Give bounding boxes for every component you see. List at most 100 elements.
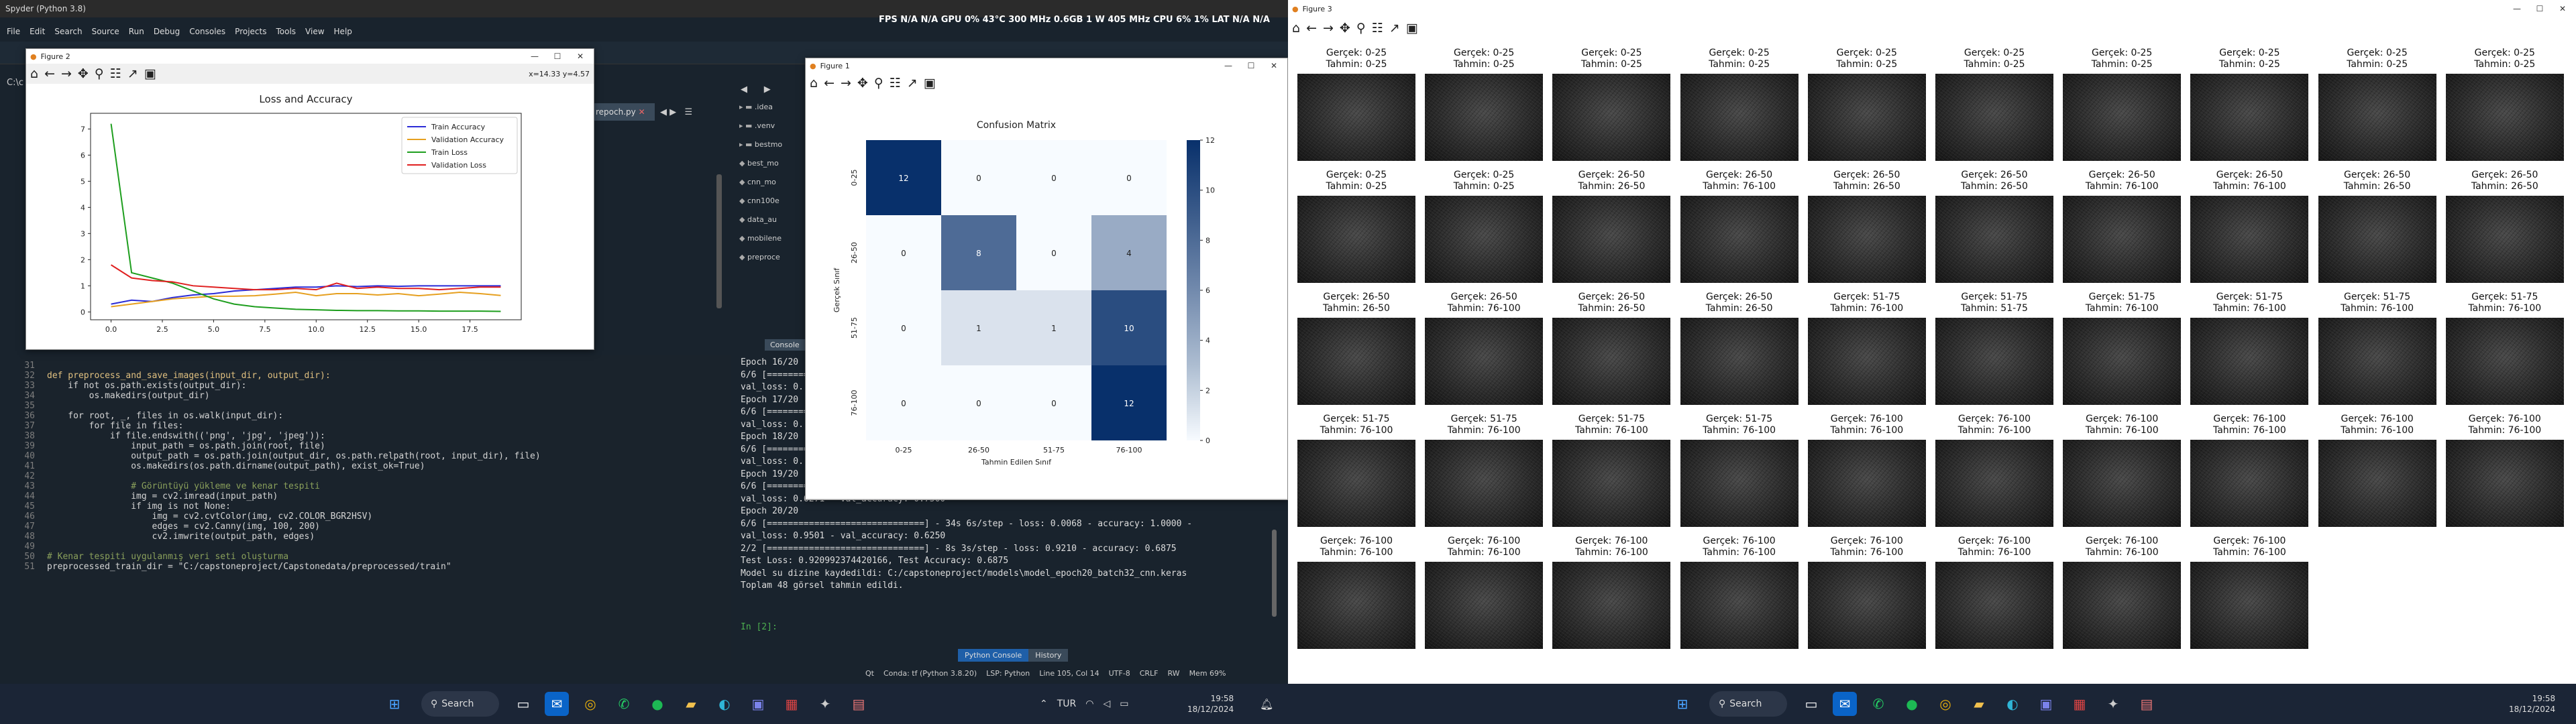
menu-item-debug[interactable]: Debug — [154, 27, 180, 36]
whatsapp-icon[interactable]: ✆ — [612, 692, 636, 716]
home-icon[interactable]: ⌂ — [30, 67, 38, 80]
clock[interactable]: 19:58 18/12/2024 — [2509, 693, 2555, 715]
start-icon[interactable]: ⊞ — [382, 692, 407, 716]
whatsapp-icon[interactable]: ✆ — [1866, 692, 1890, 716]
file-item[interactable]: ◆ cnn100e — [739, 192, 809, 210]
zoom-icon[interactable]: ⚲ — [1356, 21, 1366, 35]
file-item[interactable]: ▸ ▬ bestmo — [739, 135, 809, 154]
teams-icon[interactable]: ▣ — [746, 692, 770, 716]
pan-icon[interactable]: ✥ — [857, 76, 868, 90]
chevron-up-icon[interactable]: ⌃ — [1040, 699, 1048, 709]
edit-axis-icon[interactable]: ↗ — [1389, 21, 1400, 35]
outlook-icon[interactable]: ✉ — [545, 692, 569, 716]
console-scrollbar[interactable] — [1272, 530, 1277, 617]
wifi-icon[interactable]: ◠ — [1085, 699, 1093, 709]
spotify-icon[interactable]: ● — [645, 692, 669, 716]
menu-item-tools[interactable]: Tools — [276, 27, 296, 36]
file-item[interactable]: ◆ best_mo — [739, 154, 809, 173]
save-icon[interactable]: ▣ — [144, 67, 156, 80]
configure-icon[interactable]: ☷ — [110, 67, 121, 80]
volume-icon[interactable]: ◁ — [1103, 699, 1110, 709]
minimize-button[interactable]: — — [2508, 4, 2526, 13]
save-icon[interactable]: ▣ — [924, 76, 936, 90]
configure-icon[interactable]: ☷ — [1372, 21, 1383, 35]
python-icon[interactable]: ▤ — [2135, 692, 2159, 716]
edge-icon[interactable]: ◐ — [712, 692, 737, 716]
back-icon[interactable]: ← — [1306, 21, 1317, 35]
taskview-icon[interactable]: ▭ — [1799, 692, 1823, 716]
home-icon[interactable]: ⌂ — [1292, 21, 1300, 35]
minimize-button[interactable]: — — [1219, 61, 1238, 70]
console-prompt[interactable]: In [2]: — [741, 622, 777, 632]
maximize-button[interactable]: ☐ — [548, 52, 567, 61]
close-icon[interactable]: ✕ — [639, 107, 645, 117]
confusion-matrix-chart[interactable]: Confusion Matrix 12 0 0 0 0 8 0 4 0 1 1 10 0 0 0 12 0-25 0… — [806, 93, 1287, 498]
taskview-icon[interactable]: ▭ — [511, 692, 535, 716]
close-button[interactable]: ✕ — [571, 52, 590, 61]
maximize-button[interactable]: ☐ — [2530, 4, 2549, 13]
notification-icon[interactable]: 🔔︎ — [1260, 698, 1273, 711]
spotify-icon[interactable]: ● — [1900, 692, 1924, 716]
clock[interactable]: 19:58 18/12/2024 — [1187, 693, 1234, 715]
console-bottom-tab[interactable]: History — [1028, 649, 1069, 662]
file-item[interactable]: ◆ preproce — [739, 248, 809, 267]
menu-item-run[interactable]: Run — [129, 27, 144, 36]
menu-item-help[interactable]: Help — [334, 27, 352, 36]
file-item[interactable]: ◆ mobilene — [739, 229, 809, 248]
file-item[interactable]: ◆ data_au — [739, 210, 809, 229]
files-icon[interactable]: ▰ — [1967, 692, 1991, 716]
forward-icon[interactable]: → — [841, 76, 851, 90]
file-item[interactable]: ▸ ▬ .idea — [739, 98, 809, 117]
save-icon[interactable]: ▣ — [1406, 21, 1418, 35]
menu-item-edit[interactable]: Edit — [30, 27, 45, 36]
forward-icon[interactable]: → — [61, 67, 72, 80]
file-explorer-scrollbar[interactable] — [715, 174, 719, 295]
battery-icon[interactable]: ▭ — [1120, 699, 1128, 709]
console-tab[interactable]: Console — [765, 339, 805, 351]
forward-icon[interactable]: → — [1323, 21, 1334, 35]
tab-nav-icons[interactable]: ◀ ▶ ☰ — [660, 107, 692, 117]
chrome-icon[interactable]: ◎ — [1933, 692, 1957, 716]
back-icon[interactable]: ← — [44, 67, 55, 80]
language-indicator[interactable]: TUR — [1057, 699, 1077, 709]
edge-icon[interactable]: ◐ — [2000, 692, 2025, 716]
spyder-icon[interactable]: ✦ — [2101, 692, 2125, 716]
code-area[interactable]: 31 32 def preprocess_and_save_images(input… — [20, 361, 540, 572]
edit-axis-icon[interactable]: ↗ — [907, 76, 918, 90]
teams-icon[interactable]: ▣ — [2034, 692, 2058, 716]
search-box[interactable]: ⚲ Search — [421, 691, 499, 717]
app-icon[interactable]: ▦ — [2068, 692, 2092, 716]
menu-item-file[interactable]: File — [7, 27, 20, 36]
outlook-icon[interactable]: ✉ — [1833, 692, 1857, 716]
search-box[interactable]: ⚲ Search — [1709, 691, 1787, 717]
loss-accuracy-chart[interactable]: Loss and Accuracy 0 1 2 3 4 5 6 7 0.0 2.5 5.0 7.5 10.… — [26, 84, 594, 349]
app-icon[interactable]: ▦ — [780, 692, 804, 716]
file-item[interactable]: ▸ ▬ .venv — [739, 117, 809, 135]
zoom-icon[interactable]: ⚲ — [95, 67, 104, 80]
menu-item-consoles[interactable]: Consoles — [189, 27, 225, 36]
spyder-icon[interactable]: ✦ — [813, 692, 837, 716]
python-icon[interactable]: ▤ — [847, 692, 871, 716]
start-icon[interactable]: ⊞ — [1670, 692, 1695, 716]
menu-item-source[interactable]: Source — [92, 27, 119, 36]
editor-pane[interactable]: 31 32 def preprocess_and_save_images(input… — [20, 355, 731, 660]
menu-item-search[interactable]: Search — [54, 27, 82, 36]
close-button[interactable]: ✕ — [2553, 4, 2572, 13]
pan-icon[interactable]: ✥ — [78, 67, 89, 80]
minimize-button[interactable]: — — [525, 52, 544, 61]
edit-axis-icon[interactable]: ↗ — [127, 67, 138, 80]
pan-icon[interactable]: ✥ — [1340, 21, 1350, 35]
chrome-icon[interactable]: ◎ — [578, 692, 602, 716]
configure-icon[interactable]: ☷ — [890, 76, 901, 90]
console-bottom-tab[interactable]: Python Console — [958, 649, 1029, 662]
home-icon[interactable]: ⌂ — [810, 76, 818, 90]
maximize-button[interactable]: ☐ — [1242, 61, 1260, 70]
editor-tab[interactable]: repoch.py ✕ — [590, 103, 655, 121]
close-button[interactable]: ✕ — [1265, 61, 1283, 70]
files-icon[interactable]: ▰ — [679, 692, 703, 716]
menu-item-view[interactable]: View — [305, 27, 324, 36]
zoom-icon[interactable]: ⚲ — [874, 76, 883, 90]
file-item[interactable]: ◆ cnn_mo — [739, 173, 809, 192]
back-icon[interactable]: ← — [824, 76, 835, 90]
menu-item-projects[interactable]: Projects — [235, 27, 266, 36]
